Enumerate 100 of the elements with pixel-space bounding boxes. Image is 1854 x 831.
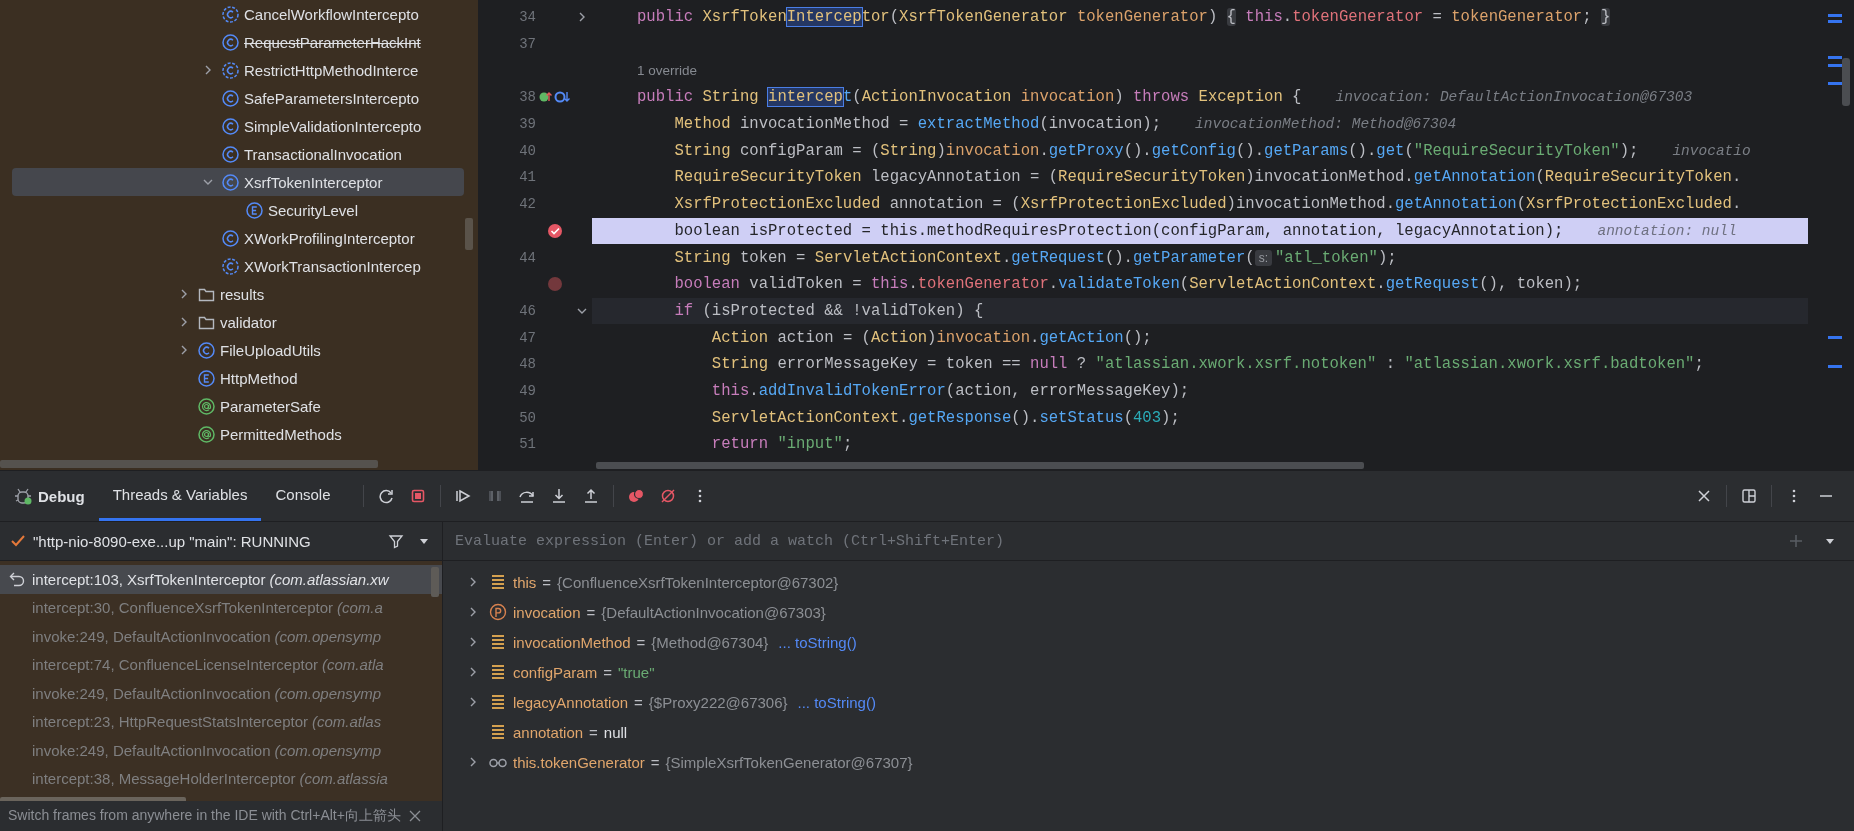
tree-item[interactable]: XsrfTokenInterceptor — [12, 168, 464, 196]
variable-row[interactable]: this.tokenGenerator = {SimpleXsrfTokenGenerator@67307} — [443, 747, 1854, 777]
variable-row[interactable]: configParam = "true" — [443, 657, 1854, 687]
tree-item[interactable]: SafeParametersIntercepto — [12, 84, 464, 112]
tree-item[interactable]: ParameterSafe — [12, 392, 464, 420]
field-icon — [489, 573, 507, 591]
code-text: ( — [1404, 141, 1414, 160]
breakpoints-icon[interactable] — [627, 488, 644, 504]
code-text: (invocation); — [1039, 115, 1162, 134]
close-icon[interactable] — [408, 810, 421, 822]
layout-icon[interactable] — [1741, 488, 1757, 504]
code-text: ( — [889, 8, 900, 27]
method-name: getParams — [1264, 141, 1349, 160]
line-number: 48 — [519, 356, 536, 373]
vertical-scrollbar[interactable] — [431, 567, 439, 597]
variable-row[interactable]: invocation = {DefaultActionInvocation@67303} — [443, 597, 1854, 627]
close-icon[interactable] — [1696, 488, 1712, 504]
code-text: (). — [1011, 408, 1040, 427]
tree-item[interactable]: TransactionalInvocation — [12, 140, 464, 168]
tree-item[interactable]: RestrictHttpMethodInterce — [12, 56, 464, 84]
mute-breakpoints-icon[interactable] — [659, 488, 676, 504]
method-name: t — [842, 88, 853, 107]
code-text: (). — [1235, 141, 1265, 160]
scroll-marker[interactable] — [1828, 365, 1842, 368]
horizontal-scrollbar[interactable] — [596, 462, 1364, 469]
annotation-icon — [198, 425, 215, 443]
type-name: Action — [870, 328, 928, 347]
code-text: (isProtected && !validToken) { — [702, 301, 984, 320]
method-name: get — [1376, 141, 1405, 160]
line-number: 34 — [519, 9, 536, 26]
scroll-marker[interactable] — [1828, 64, 1842, 67]
line-number: 38 — [519, 89, 536, 106]
line-number: 46 — [519, 302, 536, 319]
vertical-scrollbar[interactable] — [1842, 58, 1850, 106]
code-text: . — [1001, 248, 1012, 267]
scroll-marker[interactable] — [1828, 56, 1842, 59]
code-text: ) — [927, 328, 937, 347]
variable-row[interactable]: legacyAnnotation = {$Proxy222@67306} ... toString() — [443, 687, 1854, 717]
vertical-scrollbar[interactable] — [465, 218, 473, 250]
method-name: getConfig — [1151, 141, 1236, 160]
variable-row[interactable]: this = {ConfluenceXsrfTokenInterceptor@67302} — [443, 567, 1854, 597]
tree-item[interactable]: RequestParameterHackInt — [12, 28, 464, 56]
annotation-icon — [198, 397, 215, 415]
class-icon — [222, 89, 239, 107]
stop-icon[interactable] — [409, 488, 426, 504]
type-name: XsrfToken — [702, 8, 787, 27]
tree-item[interactable]: SecurityLevel — [12, 196, 464, 224]
line-number: 50 — [519, 409, 536, 426]
scroll-marker[interactable] — [1828, 82, 1842, 85]
type-name: String — [710, 355, 769, 374]
tree-item[interactable]: XWorkProfilingInterceptor — [12, 224, 464, 252]
scroll-marker[interactable] — [1828, 336, 1842, 339]
tree-item[interactable]: HttpMethod — [12, 364, 464, 392]
type-name: ServletActionContext — [814, 248, 1002, 267]
code-text: )invocationMethod. — [1245, 168, 1414, 187]
tree-item[interactable]: SimpleValidationIntercepto — [12, 112, 464, 140]
stack-frame[interactable]: intercept:103, XsrfTokenInterceptor (com.atlassian.xw — [0, 565, 442, 594]
class-icon — [222, 229, 239, 247]
code-text: ; — [842, 435, 853, 454]
line-number: 49 — [519, 382, 536, 399]
rerun-icon[interactable] — [377, 488, 394, 504]
step-into-icon[interactable] — [550, 488, 567, 504]
tree-item[interactable]: PermittedMethods — [12, 420, 464, 448]
variable-row[interactable]: invocationMethod = {Method@67304} ... toString() — [443, 627, 1854, 657]
tree-item[interactable]: validator — [12, 308, 464, 336]
breakpoint-check-icon[interactable] — [547, 222, 563, 239]
resume-icon[interactable] — [454, 488, 471, 504]
code-text: { — [1292, 88, 1302, 107]
horizontal-scrollbar[interactable] — [0, 460, 378, 468]
code-text: . — [749, 381, 759, 400]
scroll-marker[interactable] — [1828, 20, 1842, 23]
variable-row[interactable]: annotation = null — [443, 717, 1854, 747]
tree-item[interactable]: XWorkTransactionIntercep — [12, 252, 464, 280]
tree-item[interactable]: FileUploadUtils — [12, 336, 464, 364]
evaluate-field[interactable]: Evaluate expression (Enter) or add a watch (Ctrl+Shift+Enter) — [453, 531, 1788, 551]
field-icon — [489, 663, 507, 681]
filter-icon[interactable] — [388, 533, 404, 549]
tree-item[interactable]: CancelWorkflowIntercepto — [12, 0, 464, 28]
parameter-name: invocation — [945, 141, 1040, 160]
code-text: ; — [1582, 8, 1593, 27]
code-text: (). — [1348, 141, 1377, 160]
panel-tab[interactable]: Threads & Variables — [98, 471, 262, 521]
tree-item[interactable]: results — [12, 280, 464, 308]
string-literal: "input" — [777, 435, 843, 454]
tip-text: Switch frames from anywhere in the IDE with Ctrl+Alt+向上箭头 — [8, 807, 401, 825]
folded-brace: } — [1600, 8, 1611, 27]
code-text: ( — [1535, 168, 1545, 187]
method-name: setStatus — [1039, 408, 1124, 427]
code-text: errorMessageKey = token == — [777, 355, 1022, 374]
type-name: RequireSecurityToken — [673, 168, 863, 187]
scroll-marker[interactable] — [1828, 14, 1842, 17]
type-name: tor — [861, 8, 890, 27]
panel-tab[interactable]: Console — [261, 471, 345, 521]
step-out-icon[interactable] — [582, 488, 599, 504]
usage-hint[interactable]: 1 override — [637, 63, 698, 79]
code-text: ( — [1516, 195, 1527, 214]
inline-value-hint: invocationMethod: Method@67304 — [1195, 116, 1457, 133]
inline-value-hint: invocatio — [1672, 142, 1751, 159]
class-icon — [222, 145, 239, 163]
thread-selector[interactable]: "http-nio-8090-exe...up "main": RUNNING — [10, 532, 380, 550]
